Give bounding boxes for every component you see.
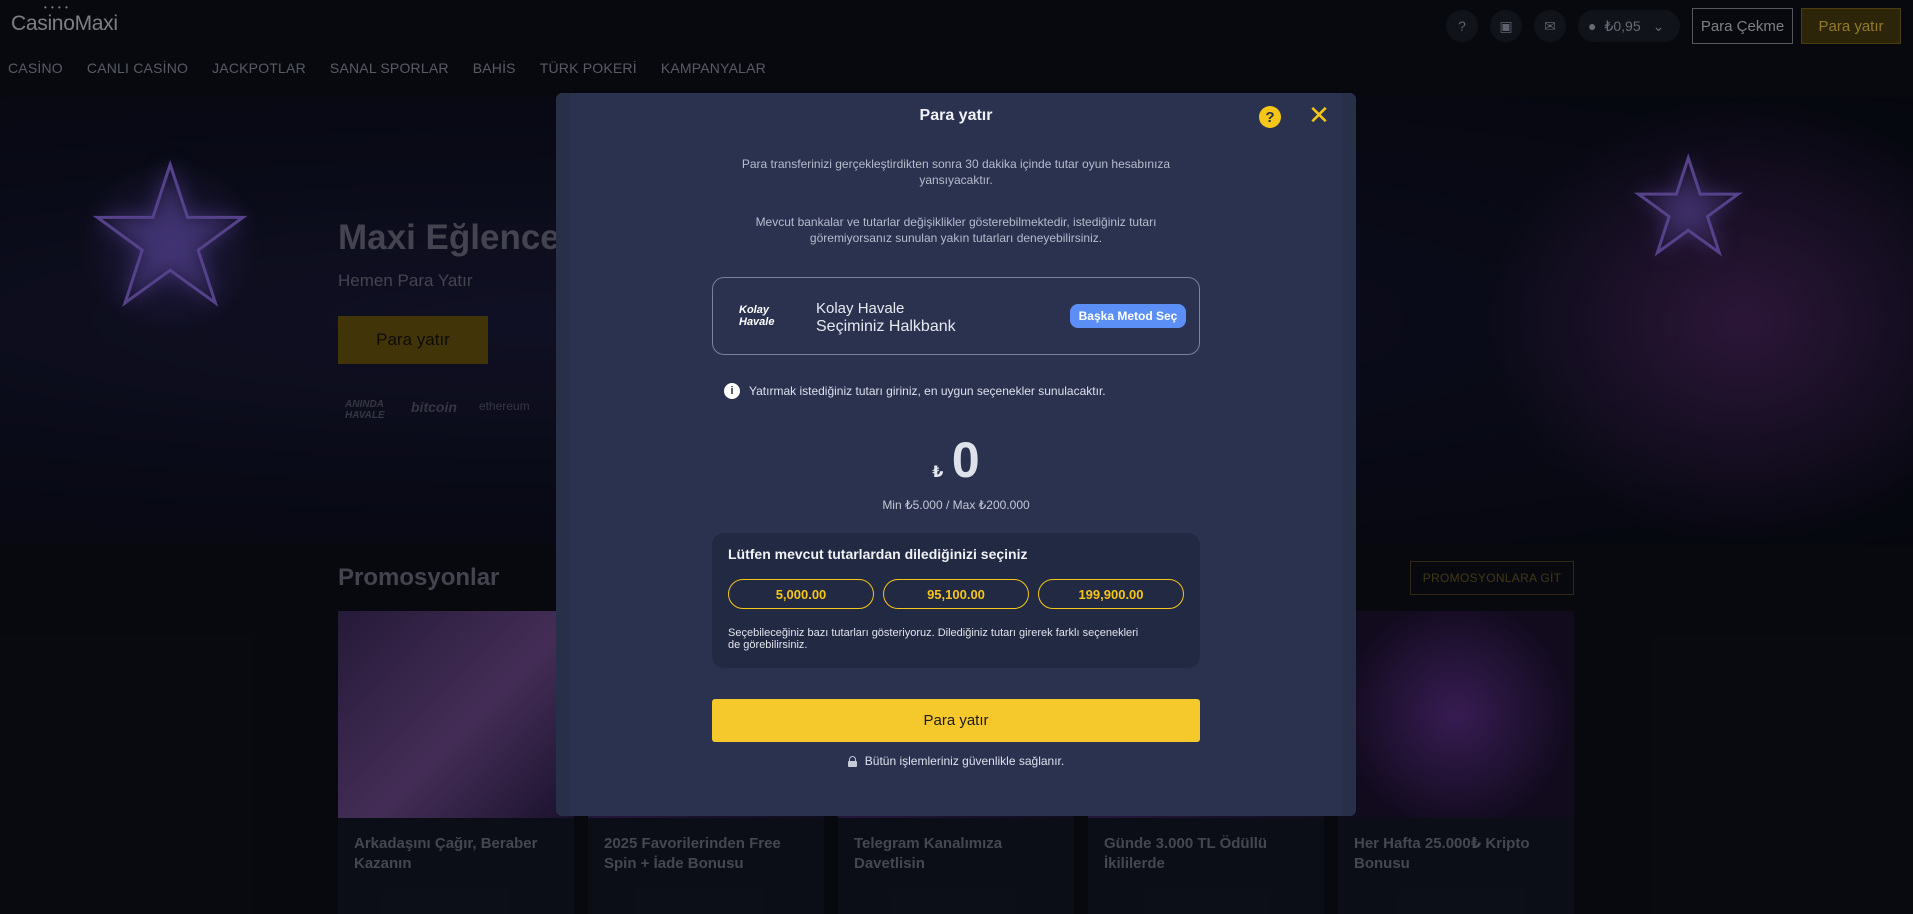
bank-note: Mevcut bankalar ve tutarlar değişiklikle… [755,215,1157,245]
amount-option-chip[interactable]: 199,900.00 [1038,579,1184,609]
amount-value[interactable]: 0 [952,432,980,488]
lock-icon [847,755,857,767]
amount-options-panel: Lütfen mevcut tutarlardan dilediğinizi s… [712,533,1200,668]
security-note: Bütün işlemleriniz güvenlikle sağlanır. [556,754,1356,768]
close-icon[interactable]: ✕ [1307,102,1331,128]
amount-options: 5,000.00 95,100.00 199,900.00 [728,579,1184,609]
kolay-havale-logo: Kolay Havale [739,304,774,328]
transfer-note: Para transferinizi gerçekleştirdikten so… [741,157,1171,187]
amount-info-text: Yatırmak istediğiniz tutarı giriniz, en … [749,384,1106,398]
method-name: Kolay Havale [816,300,905,317]
amount-options-title: Lütfen mevcut tutarlardan dilediğinizi s… [728,546,1028,562]
method-selection: Seçiminiz Halkbank [816,318,956,335]
amount-option-chip[interactable]: 5,000.00 [728,579,874,609]
modal-title: Para yatır [919,107,993,124]
security-note-text: Bütün işlemleriniz güvenlikle sağlanır. [864,754,1065,768]
amount-info: i Yatırmak istediğiniz tutarı giriniz, e… [724,383,1106,399]
submit-deposit-button[interactable]: Para yatır [712,699,1200,742]
amount-option-chip[interactable]: 95,100.00 [883,579,1029,609]
amount-limits: Min ₺5.000 / Max ₺200.000 [882,498,1030,512]
modal-help-icon[interactable]: ? [1259,106,1281,128]
payment-method-card: Kolay Havale Kolay Havale Seçiminiz Halk… [712,277,1200,355]
currency-symbol: ₺ [932,464,944,481]
info-icon: i [724,383,740,399]
amount-options-note: Seçebileceğiniz bazı tutarları gösteriyo… [728,627,1139,651]
logo-line-1: Kolay [739,304,769,316]
change-method-button[interactable]: Başka Metod Seç [1070,304,1186,328]
deposit-modal: Para yatır ? ✕ Para transferinizi gerçek… [556,93,1356,816]
logo-line-2: Havale [739,316,775,328]
amount-input[interactable]: ₺ 0 [556,431,1356,489]
